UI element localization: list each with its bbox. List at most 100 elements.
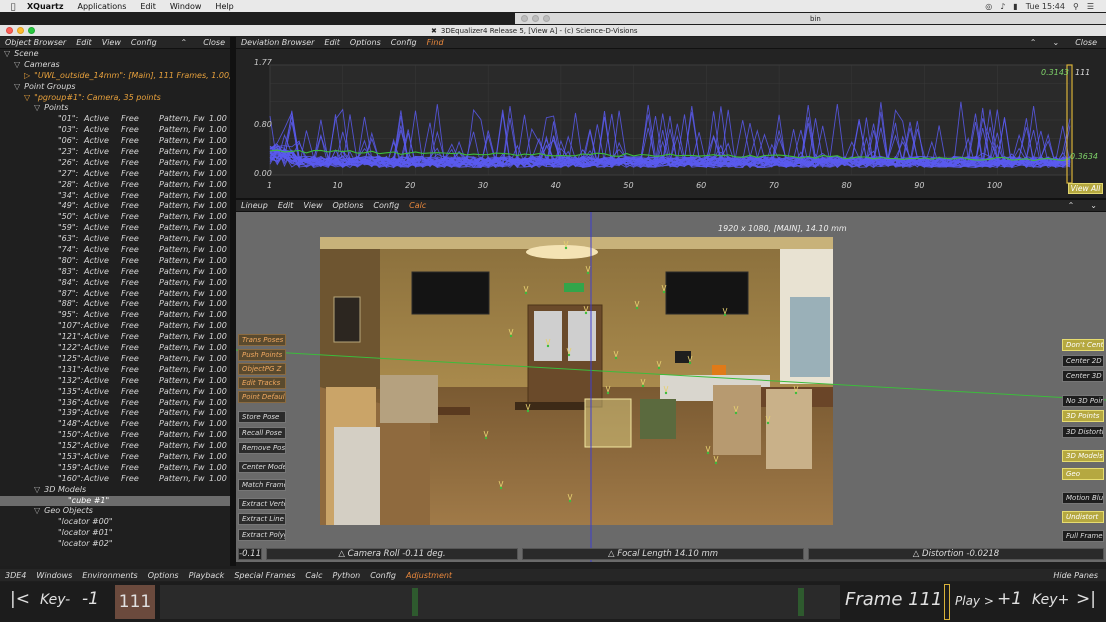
point-row[interactable]: "132": Active Free Pattern, Fw 1.00	[0, 376, 230, 387]
lineup-right-button[interactable]: Geo	[1062, 468, 1104, 480]
frame-scrubber[interactable]	[944, 584, 950, 620]
menu-dev-find[interactable]: Find	[427, 38, 444, 47]
point-row[interactable]: "03": Active Free Pattern, Fw 1.00	[0, 125, 230, 136]
play-button[interactable]: Play >	[955, 594, 994, 608]
timeline-track[interactable]	[160, 585, 840, 619]
point-row[interactable]: "150": Active Free Pattern, Fw 1.00	[0, 430, 230, 441]
step-back-button[interactable]: -1	[82, 589, 99, 609]
point-row[interactable]: "135": Active Free Pattern, Fw 1.00	[0, 387, 230, 398]
point-row[interactable]: "152": Active Free Pattern, Fw 1.00	[0, 441, 230, 452]
point-row[interactable]: "107": Active Free Pattern, Fw 1.00	[0, 321, 230, 332]
expand-icon[interactable]: ▽	[24, 93, 30, 102]
lineup-right-button[interactable]: Motion Blur	[1062, 492, 1104, 504]
point-row[interactable]: "06": Active Free Pattern, Fw 1.00	[0, 136, 230, 147]
lineup-left-button[interactable]: Match Frame	[238, 479, 286, 491]
menu-object-browser[interactable]: Object Browser	[5, 38, 66, 47]
lineup-right-button[interactable]: Center 3D	[1062, 370, 1104, 382]
menu-app[interactable]: XQuartz	[27, 2, 64, 11]
menu-window[interactable]: Window	[170, 2, 202, 11]
point-row[interactable]: "49": Active Free Pattern, Fw 1.00	[0, 201, 230, 212]
apple-icon[interactable]: 	[6, 2, 20, 11]
menu-edit[interactable]: Edit	[140, 2, 156, 11]
lineup-left-button[interactable]: Remove Pose	[238, 442, 286, 454]
tree-locator[interactable]: "locator #00"	[0, 517, 230, 528]
menu-ob-config[interactable]: Config	[131, 38, 157, 47]
close-window-icon[interactable]	[521, 15, 528, 22]
menu-help[interactable]: Help	[215, 2, 233, 11]
collapsed-icon[interactable]: ▷	[24, 71, 30, 80]
zoom-window-icon[interactable]	[28, 27, 35, 34]
menu-ob-edit[interactable]: Edit	[76, 38, 92, 47]
expand-icon[interactable]: ▽	[34, 485, 40, 494]
point-row[interactable]: "26": Active Free Pattern, Fw 1.00	[0, 158, 230, 169]
menu-lineup-calc[interactable]: Calc	[409, 201, 426, 210]
menu-lineup-view[interactable]: View	[303, 201, 322, 210]
camera-roll-slider[interactable]: △ Camera Roll -0.11 deg.	[266, 548, 518, 560]
deviation-graph[interactable]: 1.77 0.80 0.00 1 10 20 30 40 50 60 70 80 90 100 0.…	[236, 49, 1106, 198]
point-row[interactable]: "80": Active Free Pattern, Fw 1.00	[0, 256, 230, 267]
menu-3de4[interactable]: 3DE4	[5, 571, 26, 580]
lineup-left-button[interactable]: Extract Vertex	[238, 498, 286, 510]
point-row[interactable]: "84": Active Free Pattern, Fw 1.00	[0, 278, 230, 289]
menu-playback[interactable]: Playback	[189, 571, 225, 580]
menu-dev-edit[interactable]: Edit	[324, 38, 340, 47]
tree-cameras[interactable]: ▽ Cameras	[0, 60, 230, 71]
minimize-window-icon[interactable]	[17, 27, 24, 34]
clock[interactable]: Tue 15:44	[1026, 2, 1065, 11]
menu-adjustment[interactable]: Adjustment	[406, 571, 452, 580]
point-row[interactable]: "87": Active Free Pattern, Fw 1.00	[0, 289, 230, 300]
wifi-icon[interactable]: ◎	[985, 2, 992, 11]
point-row[interactable]: "01": Active Free Pattern, Fw 1.00	[0, 114, 230, 125]
point-row[interactable]: "50": Active Free Pattern, Fw 1.00	[0, 212, 230, 223]
expand-icon[interactable]: ⌄	[1053, 38, 1060, 47]
lineup-right-button[interactable]: Don't Center	[1062, 339, 1104, 351]
first-frame-button[interactable]: |<	[10, 589, 30, 609]
expand-icon[interactable]: ▽	[34, 506, 40, 515]
menu-environments[interactable]: Environments	[82, 571, 137, 580]
lineup-right-button[interactable]: 3D Points	[1062, 410, 1104, 422]
lineup-left-button[interactable]: Center Models	[238, 461, 286, 473]
menu-deviation-browser[interactable]: Deviation Browser	[241, 38, 314, 47]
menu-windows[interactable]: Windows	[36, 571, 72, 580]
roll-value-field[interactable]: -0.11	[238, 548, 262, 560]
point-row[interactable]: "34": Active Free Pattern, Fw 1.00	[0, 191, 230, 202]
current-frame-field[interactable]: 111	[115, 585, 155, 619]
collapse-icon[interactable]: ⌃	[181, 38, 188, 47]
lineup-left-button[interactable]: Push Points	[238, 349, 286, 361]
point-row[interactable]: "83": Active Free Pattern, Fw 1.00	[0, 267, 230, 278]
tree-locator[interactable]: "locator #02"	[0, 539, 230, 550]
key-next-button[interactable]: Key+	[1032, 592, 1069, 608]
point-row[interactable]: "122": Active Free Pattern, Fw 1.00	[0, 343, 230, 354]
focal-length-slider[interactable]: △ Focal Length 14.10 mm	[522, 548, 804, 560]
menu-config[interactable]: Config	[370, 571, 396, 580]
camera-image[interactable]	[320, 237, 833, 525]
tree-pgroup[interactable]: ▽ "pgroup#1": Camera, 35 points	[0, 93, 230, 104]
point-row[interactable]: "136": Active Free Pattern, Fw 1.00	[0, 398, 230, 409]
menu-lineup[interactable]: Lineup	[241, 201, 268, 210]
tree-point-groups[interactable]: ▽ Point Groups	[0, 82, 230, 93]
key-prev-button[interactable]: Key-	[40, 592, 70, 608]
deviation-curves[interactable]: 1.77 0.80 0.00 1 10 20 30 40 50 60 70 80 90 100 0.…	[236, 49, 1106, 198]
menu-dev-config[interactable]: Config	[391, 38, 417, 47]
expand-icon[interactable]: ▽	[4, 49, 10, 58]
point-row[interactable]: "121": Active Free Pattern, Fw 1.00	[0, 332, 230, 343]
lineup-left-button[interactable]: Extract Polygon	[238, 529, 286, 541]
expand-icon[interactable]: ▽	[34, 103, 40, 112]
lineup-right-button[interactable]: 3D Models	[1062, 450, 1104, 462]
tree-3d-models[interactable]: ▽ 3D Models	[0, 485, 230, 496]
keyframe-marker[interactable]	[412, 588, 418, 616]
menu-calc[interactable]: Calc	[305, 571, 322, 580]
menu-list-icon[interactable]: ☰	[1087, 2, 1094, 11]
point-row[interactable]: "131": Active Free Pattern, Fw 1.00	[0, 365, 230, 376]
lineup-left-button[interactable]: Recall Pose	[238, 427, 286, 439]
expand-icon[interactable]: ▽	[14, 82, 20, 91]
tree-camera-item[interactable]: ▷ "UWL_outside_14mm": [Main], 111 Frames,…	[0, 71, 230, 82]
point-row[interactable]: "63": Active Free Pattern, Fw 1.00	[0, 234, 230, 245]
expand-icon[interactable]: ▽	[14, 60, 20, 69]
lineup-left-button[interactable]: ObjectPG Z	[238, 363, 286, 375]
point-row[interactable]: "159": Active Free Pattern, Fw 1.00	[0, 463, 230, 474]
point-row[interactable]: "27": Active Free Pattern, Fw 1.00	[0, 169, 230, 180]
menu-lineup-config[interactable]: Config	[373, 201, 399, 210]
distortion-slider[interactable]: △ Distortion -0.0218	[808, 548, 1104, 560]
point-row[interactable]: "59": Active Free Pattern, Fw 1.00	[0, 223, 230, 234]
